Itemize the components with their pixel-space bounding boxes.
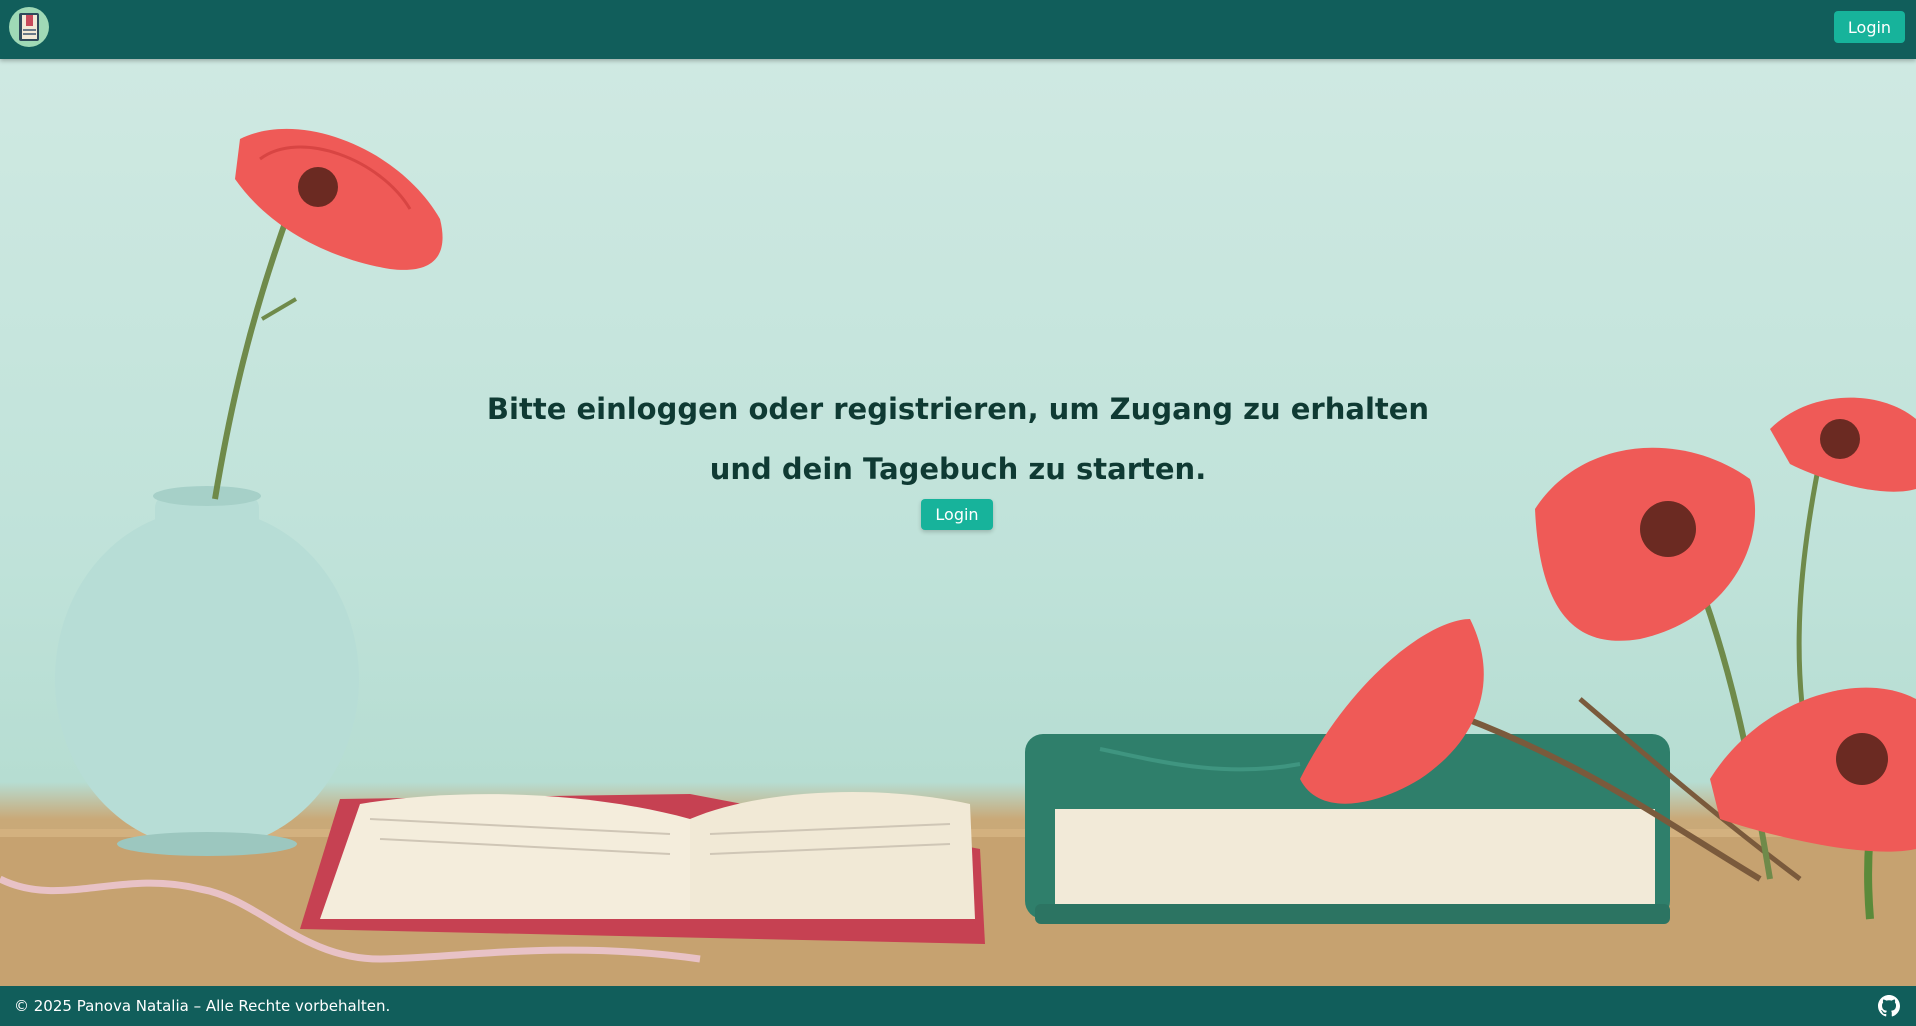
hero-login-button[interactable]: Login: [921, 499, 993, 530]
footer-copyright: © 2025 Panova Natalia – Alle Rechte vorb…: [14, 997, 391, 1015]
hero: Bitte einloggen oder registrieren, um Zu…: [0, 59, 1916, 986]
hero-message: Bitte einloggen oder registrieren, um Zu…: [486, 392, 1430, 486]
github-link[interactable]: [1878, 995, 1900, 1017]
navbar: Login: [0, 0, 1916, 59]
footer: © 2025 Panova Natalia – Alle Rechte vorb…: [0, 986, 1916, 1026]
header-login-button[interactable]: Login: [1834, 11, 1905, 43]
logo[interactable]: [9, 7, 49, 47]
diary-book-icon: [19, 13, 39, 41]
page: Login Bitte einloggen oder registrieren,…: [0, 0, 1916, 1026]
github-icon: [1878, 995, 1900, 1017]
